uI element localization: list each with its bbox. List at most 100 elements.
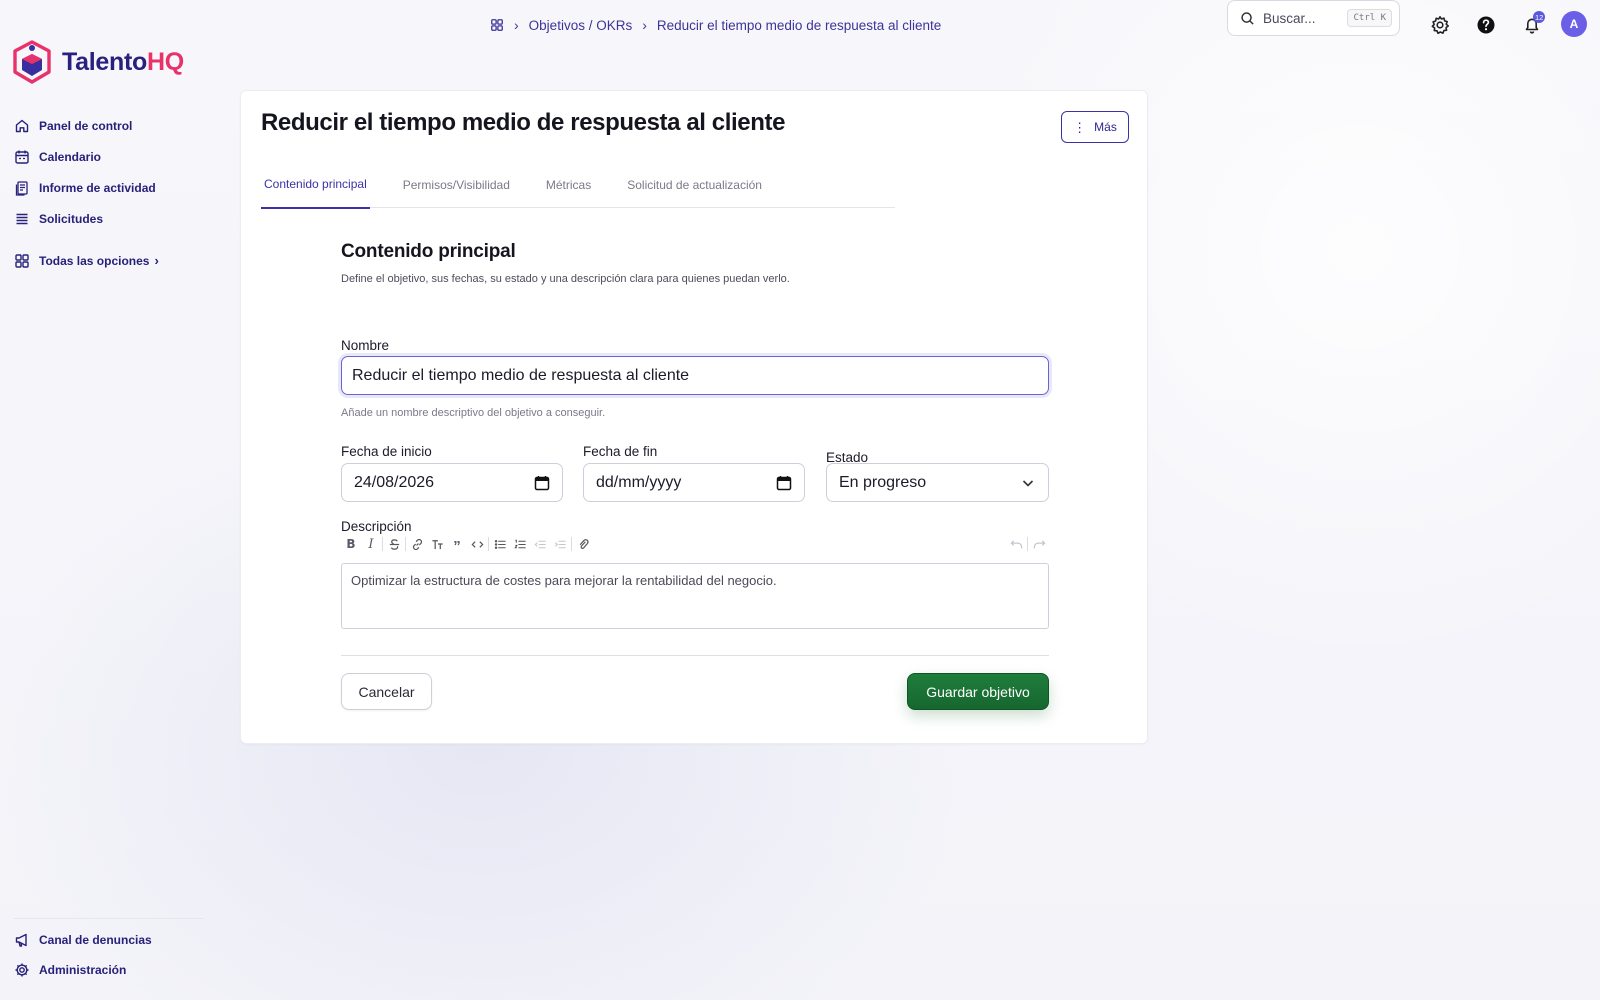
name-input[interactable] [341, 356, 1049, 395]
sidebar-nav: Panel de control Calendario Informe de a… [14, 110, 204, 276]
form-section: Contenido principal Define el objetivo, … [341, 241, 1049, 710]
breadcrumb: › Objetivos / OKRs › Reducir el tiempo m… [490, 15, 941, 35]
link-icon [412, 538, 422, 550]
toolbar-divider [488, 537, 489, 551]
brand-accent: HQ [146, 47, 184, 76]
name-help-text: Añade un nombre descriptivo del objetivo… [341, 407, 606, 419]
quote-icon: ” [453, 538, 461, 555]
strikethrough-button[interactable] [384, 535, 404, 553]
tab-metrics[interactable]: Métricas [543, 161, 594, 208]
end-date-label: Fecha de fin [583, 444, 658, 459]
sidebar-item-calendar[interactable]: Calendario [14, 141, 204, 172]
link-button[interactable] [407, 535, 427, 553]
numbered-list-button[interactable] [510, 535, 530, 553]
search-shortcut: Ctrl K [1347, 9, 1392, 27]
bullet-list-button[interactable] [490, 535, 510, 553]
calendar-icon [776, 475, 792, 490]
code-icon [471, 540, 483, 548]
end-date-value: dd/mm/yyyy [596, 473, 682, 491]
undo-icon [1010, 539, 1022, 548]
more-button[interactable]: ⋮ Más [1061, 111, 1129, 143]
sidebar-item-panel[interactable]: Panel de control [14, 110, 204, 141]
chevron-right-icon: › [514, 17, 519, 33]
toolbar-divider [405, 537, 406, 551]
avatar[interactable]: A [1561, 11, 1587, 37]
home-icon [15, 119, 29, 132]
toolbar-divider [1027, 537, 1028, 551]
sidebar-footer: Canal de denuncias Administración [14, 918, 204, 985]
indent-icon [554, 540, 566, 548]
description-editor[interactable]: Optimizar la estructura de costes para m… [341, 563, 1049, 629]
history-controls [1006, 535, 1049, 553]
tab-update-request[interactable]: Solicitud de actualización [624, 161, 765, 208]
start-date-label: Fecha de inicio [341, 444, 432, 459]
logo[interactable]: TalentoHQ [12, 40, 184, 84]
outdent-button[interactable] [530, 535, 550, 553]
attachment-button[interactable] [573, 535, 593, 553]
chevron-right-icon: › [642, 17, 647, 33]
section-description: Define el objetivo, sus fechas, su estad… [341, 273, 790, 285]
settings-button[interactable] [1430, 15, 1450, 35]
sidebar-item-label: Panel de control [39, 118, 133, 133]
save-objective-button[interactable]: Guardar objetivo [907, 673, 1049, 710]
strikethrough-icon [389, 538, 399, 550]
start-date-value: 24/08/2026 [354, 473, 435, 491]
italic-button[interactable]: I [361, 535, 381, 553]
status-value: En progreso [839, 473, 927, 491]
description-label: Descripción [341, 519, 412, 534]
sidebar-item-all-options[interactable]: Todas las opciones › [14, 245, 204, 276]
sidebar-item-label: Calendario [39, 149, 102, 164]
megaphone-icon [15, 933, 27, 947]
text-size-button[interactable] [427, 535, 447, 553]
toolbar-divider [382, 537, 383, 551]
undo-button[interactable] [1006, 535, 1026, 553]
logo-icon [13, 40, 51, 84]
chevron-down-icon [1022, 479, 1034, 487]
sidebar-item-label: Informe de actividad [39, 180, 156, 195]
sidebar-item-whistleblower[interactable]: Canal de denuncias [14, 925, 204, 955]
section-title: Contenido principal [341, 241, 516, 262]
gear-icon [15, 963, 29, 977]
sidebar-item-admin[interactable]: Administración [14, 955, 204, 985]
calendar-icon [15, 150, 29, 164]
sidebar-item-report[interactable]: Informe de actividad [14, 172, 204, 203]
indent-button[interactable] [550, 535, 570, 553]
bold-icon: B [346, 537, 356, 551]
report-icon [15, 180, 28, 196]
bold-button[interactable]: B [341, 535, 361, 553]
cancel-button[interactable]: Cancelar [341, 673, 432, 710]
text-size-icon [431, 539, 443, 549]
grid-icon[interactable] [490, 18, 504, 32]
paperclip-icon [579, 538, 589, 549]
search-placeholder: Buscar... [1263, 10, 1316, 26]
sidebar-item-label: Todas las opciones [39, 253, 150, 268]
tab-permissions[interactable]: Permisos/Visibilidad [400, 161, 513, 208]
more-label: Más [1094, 120, 1117, 134]
numbered-list-icon [513, 539, 526, 548]
status-select[interactable]: En progreso [826, 463, 1049, 502]
page-title: Reducir el tiempo medio de respuesta al … [261, 109, 786, 136]
code-button[interactable] [467, 535, 487, 553]
sidebar-item-label: Administración [39, 963, 127, 977]
tab-main-content[interactable]: Contenido principal [261, 161, 370, 209]
italic-icon: I [368, 536, 374, 552]
help-button[interactable] [1476, 15, 1496, 35]
grid-icon [15, 253, 29, 268]
redo-button[interactable] [1029, 535, 1049, 553]
notification-badge: 12 [1533, 11, 1546, 23]
breadcrumb-link-okrs[interactable]: Objetivos / OKRs [529, 18, 633, 33]
search-icon [1241, 11, 1254, 25]
start-date-input[interactable]: 24/08/2026 [341, 463, 563, 502]
sidebar-item-label: Solicitudes [39, 211, 104, 226]
app-root: TalentoHQ Panel de control Calendario In… [0, 0, 1600, 1000]
search-box[interactable]: Buscar... Ctrl K [1227, 0, 1400, 36]
quote-button[interactable]: ” [447, 535, 467, 555]
calendar-icon [534, 475, 550, 490]
notifications-button[interactable]: 12 [1522, 11, 1546, 35]
editor-toolbar: B I ” [341, 535, 1049, 555]
outdent-icon [534, 540, 546, 548]
sidebar-item-requests[interactable]: Solicitudes [14, 203, 204, 234]
form-divider [341, 655, 1049, 656]
end-date-input[interactable]: dd/mm/yyyy [583, 463, 805, 502]
tab-bar: Contenido principal Permisos/Visibilidad… [261, 161, 895, 209]
